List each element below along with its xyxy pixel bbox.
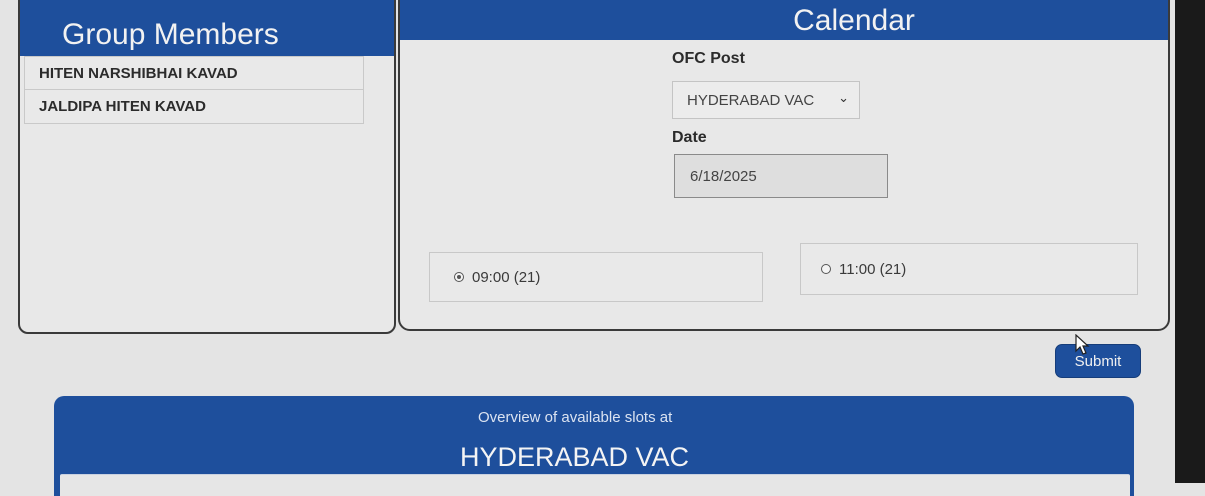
date-label: Date (672, 129, 707, 146)
group-members-panel: Group Members HITEN NARSHIBHAI KAVAD JAL… (18, 0, 396, 334)
overview-location-title: HYDERABAD VAC (460, 442, 690, 472)
overview-caption: Overview of available slots at (478, 409, 673, 426)
radio-selected-icon[interactable] (454, 272, 464, 282)
calendar-title: Calendar (400, 0, 1168, 40)
time-slot-label: 09:00 (21) (472, 268, 541, 286)
ofc-post-select[interactable]: HYDERABAD VAC ⌄ (672, 81, 860, 119)
member-row: HITEN NARSHIBHAI KAVAD (24, 56, 364, 90)
radio-unselected-icon[interactable] (821, 264, 831, 274)
mouse-cursor-icon (1075, 334, 1090, 355)
date-input[interactable]: 6/18/2025 (674, 154, 888, 198)
overview-content-area (60, 474, 1130, 496)
member-row: JALDIPA HITEN KAVAD (24, 90, 364, 124)
date-value: 6/18/2025 (690, 167, 757, 185)
time-slot-0900[interactable]: 09:00 (21) (429, 252, 763, 302)
overview-panel: Overview of available slots at HYDERABAD… (54, 396, 1134, 496)
submit-button[interactable]: Submit (1055, 344, 1141, 378)
group-members-title: Group Members (20, 0, 394, 56)
ofc-post-label: OFC Post (672, 50, 745, 67)
calendar-panel: Calendar OFC Post HYDERABAD VAC ⌄ Date 6… (398, 0, 1170, 331)
time-slot-label: 11:00 (21) (839, 260, 907, 278)
screen-bezel (1175, 0, 1205, 483)
chevron-down-icon: ⌄ (838, 90, 849, 105)
time-slot-1100[interactable]: 11:00 (21) (800, 243, 1138, 295)
ofc-post-value: HYDERABAD VAC (687, 91, 815, 109)
